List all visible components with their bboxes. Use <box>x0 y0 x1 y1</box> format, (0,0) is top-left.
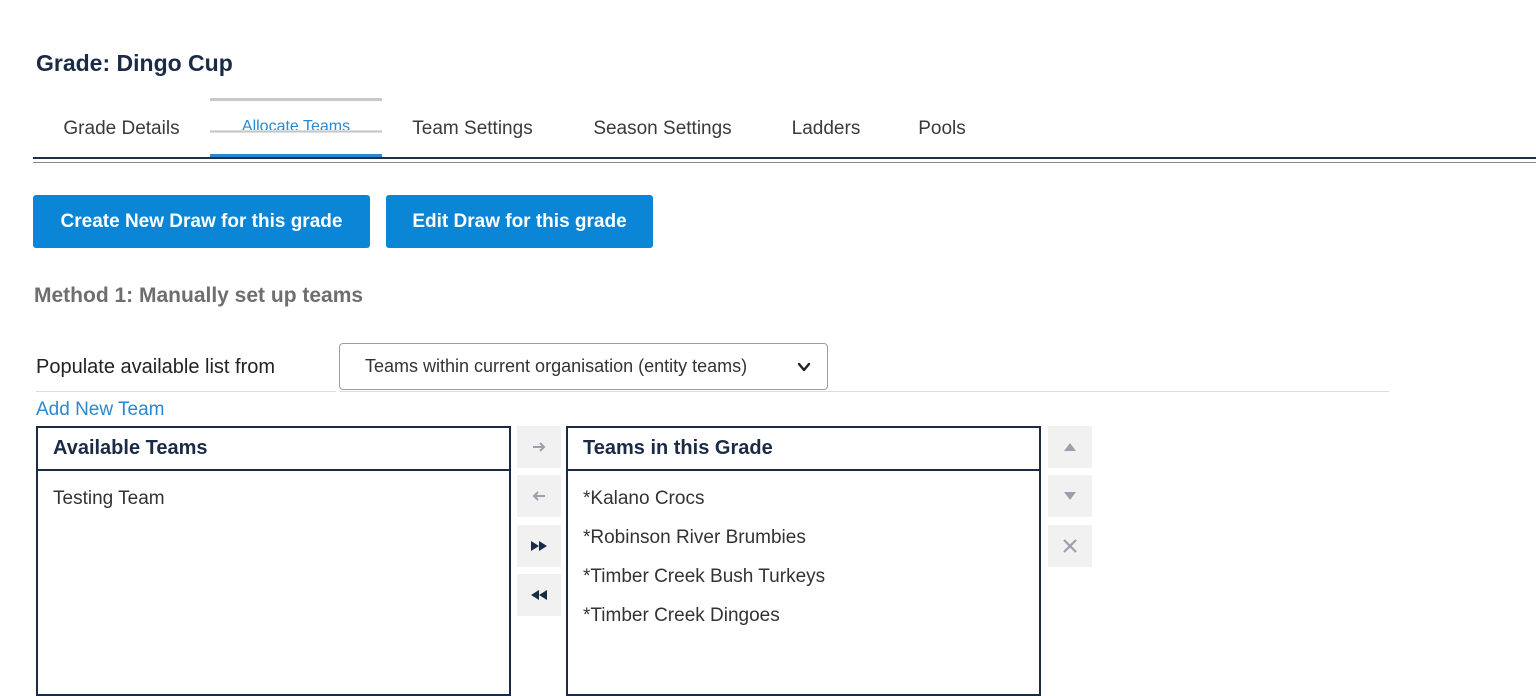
create-new-draw-button[interactable]: Create New Draw for this grade <box>33 195 370 248</box>
move-all-right-button[interactable] <box>517 525 561 567</box>
tab-season-settings[interactable]: Season Settings <box>563 98 762 158</box>
list-item[interactable]: *Kalano Crocs <box>568 485 1039 524</box>
triangle-down-icon <box>1064 492 1076 500</box>
populate-row: Populate available list from Teams withi… <box>36 343 1389 393</box>
tab-ladders[interactable]: Ladders <box>762 98 890 158</box>
list-item[interactable]: Testing Team <box>38 485 509 524</box>
list-item[interactable]: *Timber Creek Dingoes <box>568 602 1039 641</box>
populate-source-value: Teams within current organisation (entit… <box>365 356 748 376</box>
available-teams-body: Testing Team <box>38 471 509 524</box>
grade-teams-header: Teams in this Grade <box>568 428 1039 471</box>
tab-pools[interactable]: Pools <box>890 98 994 158</box>
tab-allocate-teams-label: Allocate Teams <box>241 118 351 135</box>
remove-team-button[interactable] <box>1048 525 1092 567</box>
list-item[interactable]: *Robinson River Brumbies <box>568 524 1039 563</box>
page-title: Grade: Dingo Cup <box>36 50 233 76</box>
method-heading: Method 1: Manually set up teams <box>34 284 364 307</box>
populate-label-divider <box>36 391 336 392</box>
edit-draw-button[interactable]: Edit Draw for this grade <box>386 195 653 248</box>
move-left-button[interactable] <box>517 475 561 517</box>
tab-allocate-teams[interactable]: Allocate Teams <box>210 98 382 158</box>
populate-label: Populate available list from <box>36 356 276 378</box>
tab-divider <box>33 157 1536 159</box>
add-new-team-link[interactable]: Add New Team <box>36 399 165 421</box>
move-down-button[interactable] <box>1048 475 1092 517</box>
available-teams-header: Available Teams <box>38 428 509 471</box>
tab-active-decoration <box>210 130 382 133</box>
tab-bar: Grade Details Allocate Teams Team Settin… <box>33 98 1536 158</box>
grade-teams-body: *Kalano Crocs *Robinson River Brumbies *… <box>568 471 1039 641</box>
populate-source-select[interactable]: Teams within current organisation (entit… <box>339 343 828 390</box>
close-icon <box>1063 539 1077 553</box>
move-right-button[interactable] <box>517 426 561 468</box>
triangle-up-icon <box>1064 443 1076 451</box>
arrow-left-icon <box>532 491 545 501</box>
move-all-left-button[interactable] <box>517 574 561 616</box>
available-teams-list[interactable]: Available Teams Testing Team <box>36 426 511 696</box>
tab-divider-secondary <box>33 162 1536 163</box>
tab-team-settings[interactable]: Team Settings <box>382 98 563 158</box>
list-item[interactable]: *Timber Creek Bush Turkeys <box>568 563 1039 602</box>
move-up-button[interactable] <box>1048 426 1092 468</box>
populate-select-divider <box>339 391 1389 392</box>
grade-teams-list[interactable]: Teams in this Grade *Kalano Crocs *Robin… <box>566 426 1041 696</box>
double-chevron-right-icon <box>531 541 547 551</box>
arrow-right-icon <box>533 442 546 452</box>
double-chevron-left-icon <box>531 590 547 600</box>
chevron-down-icon <box>797 362 811 372</box>
tab-grade-details[interactable]: Grade Details <box>33 98 210 158</box>
